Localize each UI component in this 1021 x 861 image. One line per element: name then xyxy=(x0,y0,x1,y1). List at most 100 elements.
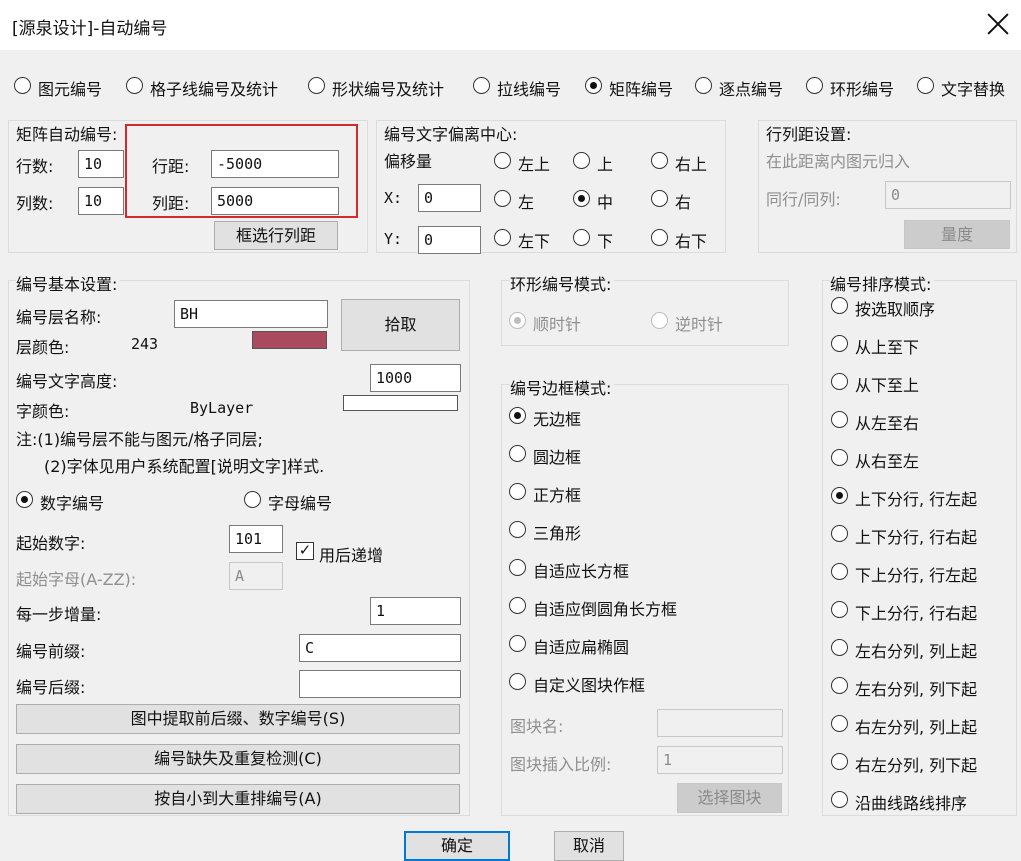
offset-pos-1-label: 上 xyxy=(597,155,614,174)
increment-after-label: 用后递增 xyxy=(319,546,384,565)
start-number-input[interactable]: 101 xyxy=(229,525,283,553)
counterclockwise-radio[interactable] xyxy=(651,312,668,329)
mode-tab-2-label: 形状编号及统计 xyxy=(332,80,445,99)
start-letter-label: 起始字母(A-ZZ): xyxy=(16,570,137,589)
sort-option-1-radio[interactable] xyxy=(831,335,848,352)
row-spacing-input[interactable]: -5000 xyxy=(211,150,339,178)
prefix-input[interactable]: C xyxy=(299,634,461,662)
frame-option-7-radio[interactable] xyxy=(509,673,526,690)
mode-tab-1-radio[interactable] xyxy=(126,77,143,94)
select-spacing-button[interactable]: 框选行列距 xyxy=(214,221,338,250)
x-input[interactable]: 0 xyxy=(418,184,481,212)
sort-option-5-radio[interactable] xyxy=(831,487,848,504)
offset-pos-5-radio[interactable] xyxy=(651,190,668,207)
offset-pos-6-label: 左下 xyxy=(518,232,551,251)
measure-button[interactable]: 量度 xyxy=(904,220,1010,249)
frame-option-5-label: 自适应倒圆角长方框 xyxy=(533,600,678,619)
mode-tab-3-radio[interactable] xyxy=(473,77,490,94)
offset-label: 偏移量 xyxy=(384,152,433,171)
sort-option-5-label: 上下分行, 行左起 xyxy=(855,490,978,509)
text-height-input[interactable]: 1000 xyxy=(370,364,461,392)
mode-tab-2-radio[interactable] xyxy=(308,77,325,94)
frame-option-4-radio[interactable] xyxy=(509,559,526,576)
offset-pos-3-radio[interactable] xyxy=(494,190,511,207)
start-letter-input[interactable]: A xyxy=(229,562,283,590)
frame-option-4-label: 自适应长方框 xyxy=(533,562,630,581)
frame-option-2-radio[interactable] xyxy=(509,483,526,500)
offset-pos-1-radio[interactable] xyxy=(573,152,590,169)
sort-option-3-label: 从左至右 xyxy=(855,414,920,433)
frame-option-1-radio[interactable] xyxy=(509,445,526,462)
rows-label: 行数: xyxy=(16,157,54,176)
rowcol-hint: 在此距离内图元归入 xyxy=(766,152,911,171)
pick-button[interactable]: 拾取 xyxy=(341,299,460,351)
offset-pos-2-radio[interactable] xyxy=(651,152,668,169)
sort-option-4-label: 从右至左 xyxy=(855,452,920,471)
sort-option-10-radio[interactable] xyxy=(831,677,848,694)
frame-option-0-radio[interactable] xyxy=(509,407,526,424)
sort-option-8-label: 下上分行, 行右起 xyxy=(855,604,978,623)
sort-option-7-label: 下上分行, 行左起 xyxy=(855,566,978,585)
sort-option-4-radio[interactable] xyxy=(831,449,848,466)
frame-option-0-label: 无边框 xyxy=(533,410,582,429)
note-2: (2)字体见用户系统配置[说明文字]样式. xyxy=(44,457,325,476)
sort-option-6-label: 上下分行, 行右起 xyxy=(855,528,978,547)
offset-pos-6-radio[interactable] xyxy=(494,229,511,246)
sort-option-6-radio[interactable] xyxy=(831,525,848,542)
mode-tab-5-radio[interactable] xyxy=(695,77,712,94)
sort-option-11-radio[interactable] xyxy=(831,715,848,732)
close-icon[interactable] xyxy=(986,12,1010,36)
sort-option-8-radio[interactable] xyxy=(831,601,848,618)
same-row-col-label: 同行/同列: xyxy=(766,190,841,209)
offset-pos-7-radio[interactable] xyxy=(573,229,590,246)
cancel-button[interactable]: 取消 xyxy=(554,831,624,861)
block-scale-input[interactable]: 1 xyxy=(657,746,783,774)
mode-tab-0-radio[interactable] xyxy=(14,77,31,94)
select-block-button[interactable]: 选择图块 xyxy=(677,783,782,813)
renumber-button[interactable]: 按自小到大重排编号(A) xyxy=(16,784,460,814)
offset-pos-4-radio[interactable] xyxy=(573,190,590,207)
col-spacing-input[interactable]: 5000 xyxy=(211,187,339,215)
mode-tab-6-radio[interactable] xyxy=(806,77,823,94)
sort-option-2-radio[interactable] xyxy=(831,373,848,390)
offset-title: 编号文字偏离中心: xyxy=(384,121,521,145)
layer-color-swatch[interactable] xyxy=(252,331,327,349)
ok-button[interactable]: 确定 xyxy=(404,831,510,861)
mode-tab-7-radio[interactable] xyxy=(917,77,934,94)
sort-option-3-radio[interactable] xyxy=(831,411,848,428)
frame-option-3-label: 三角形 xyxy=(533,524,582,543)
check-button[interactable]: 编号缺失及重复检测(C) xyxy=(16,744,460,774)
sort-option-0-radio[interactable] xyxy=(831,297,848,314)
numeric-radio[interactable] xyxy=(16,491,33,508)
frame-option-3-radio[interactable] xyxy=(509,521,526,538)
mode-tab-4-radio[interactable] xyxy=(585,77,602,94)
cols-input[interactable]: 10 xyxy=(78,187,124,215)
alpha-radio[interactable] xyxy=(244,491,261,508)
frame-option-7-label: 自定义图块作框 xyxy=(533,676,646,695)
frame-option-5-radio[interactable] xyxy=(509,597,526,614)
sort-option-13-radio[interactable] xyxy=(831,791,848,808)
mode-tab-1-label: 格子线编号及统计 xyxy=(150,80,279,99)
frame-option-6-radio[interactable] xyxy=(509,635,526,652)
offset-pos-5-label: 右 xyxy=(675,193,692,212)
y-label: Y: xyxy=(384,230,403,248)
offset-pos-8-radio[interactable] xyxy=(651,229,668,246)
block-name-input[interactable] xyxy=(657,709,783,737)
sort-option-7-radio[interactable] xyxy=(831,563,848,580)
offset-pos-3-label: 左 xyxy=(518,193,535,212)
same-row-col-input[interactable]: 0 xyxy=(885,181,1011,209)
increment-after-checkbox[interactable]: ✓ xyxy=(296,542,314,560)
suffix-input[interactable] xyxy=(299,670,461,698)
clockwise-radio[interactable] xyxy=(509,312,526,329)
cols-label: 列数: xyxy=(16,194,54,213)
extract-button[interactable]: 图中提取前后缀、数字编号(S) xyxy=(16,704,460,734)
y-input[interactable]: 0 xyxy=(418,226,481,254)
mode-tab-3-label: 拉线编号 xyxy=(497,80,562,99)
sort-option-9-radio[interactable] xyxy=(831,639,848,656)
rows-input[interactable]: 10 xyxy=(78,150,124,178)
layer-name-input[interactable]: BH xyxy=(174,300,328,328)
font-color-swatch[interactable] xyxy=(343,395,458,411)
sort-option-12-radio[interactable] xyxy=(831,753,848,770)
step-input[interactable]: 1 xyxy=(370,597,461,625)
offset-pos-0-radio[interactable] xyxy=(494,152,511,169)
